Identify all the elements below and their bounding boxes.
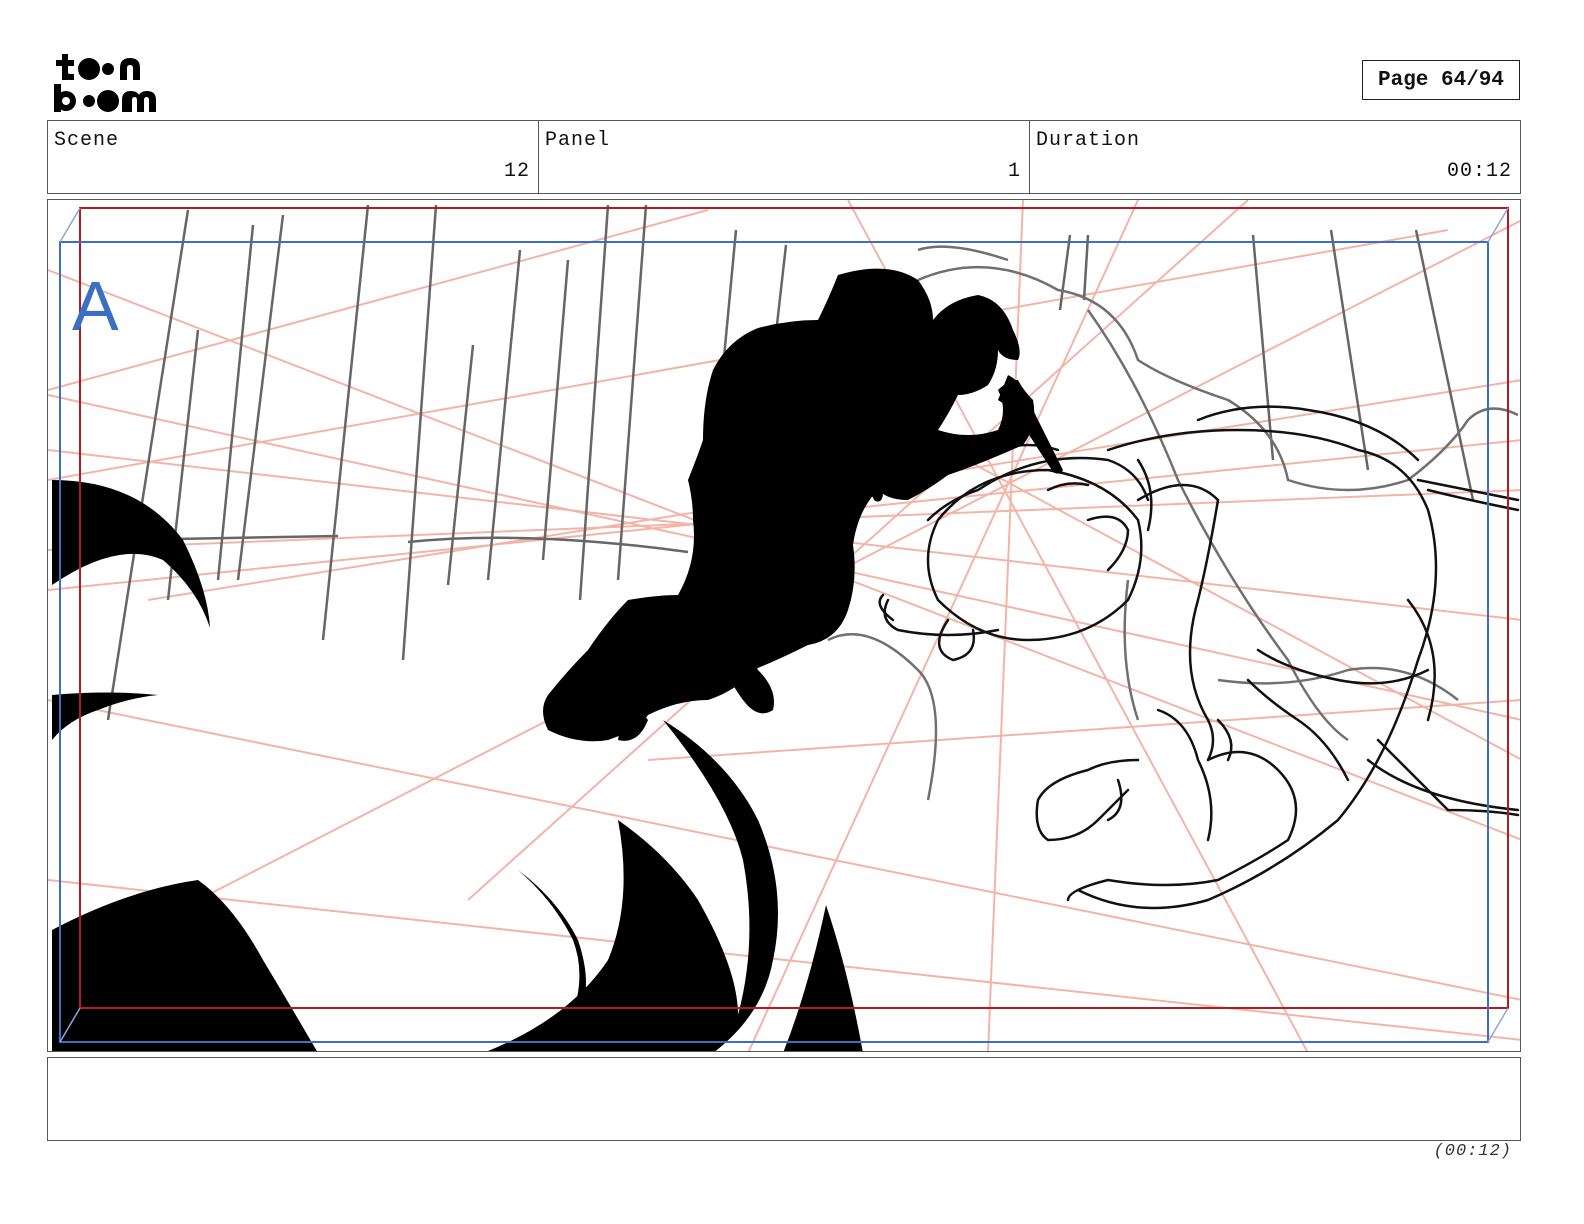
info-row: Scene 12 Panel 1 Duration 00:12 <box>47 120 1521 194</box>
duration-label: Duration <box>1036 129 1141 152</box>
man-silhouette <box>543 268 1063 742</box>
scene-label: Scene <box>54 129 120 152</box>
toonboom-logo <box>54 54 156 112</box>
duration-cell: Duration 00:12 <box>1030 121 1520 193</box>
panel-drawing: A <box>48 200 1520 1051</box>
bear-sketch <box>878 405 1520 910</box>
scene-cell: Scene 12 <box>48 121 539 193</box>
footer-duration: (00:12) <box>1433 1142 1512 1161</box>
panel-cell: Panel 1 <box>539 121 1030 193</box>
scene-value: 12 <box>503 160 530 183</box>
page-number: Page 64/94 <box>1362 60 1520 100</box>
panel-label: Panel <box>545 129 611 152</box>
panel-value: 1 <box>1007 160 1021 183</box>
duration-value: 00:12 <box>1446 160 1512 183</box>
layer-letter: A <box>72 267 119 345</box>
storyboard-panel: A <box>47 199 1521 1052</box>
notes-box <box>47 1057 1521 1141</box>
